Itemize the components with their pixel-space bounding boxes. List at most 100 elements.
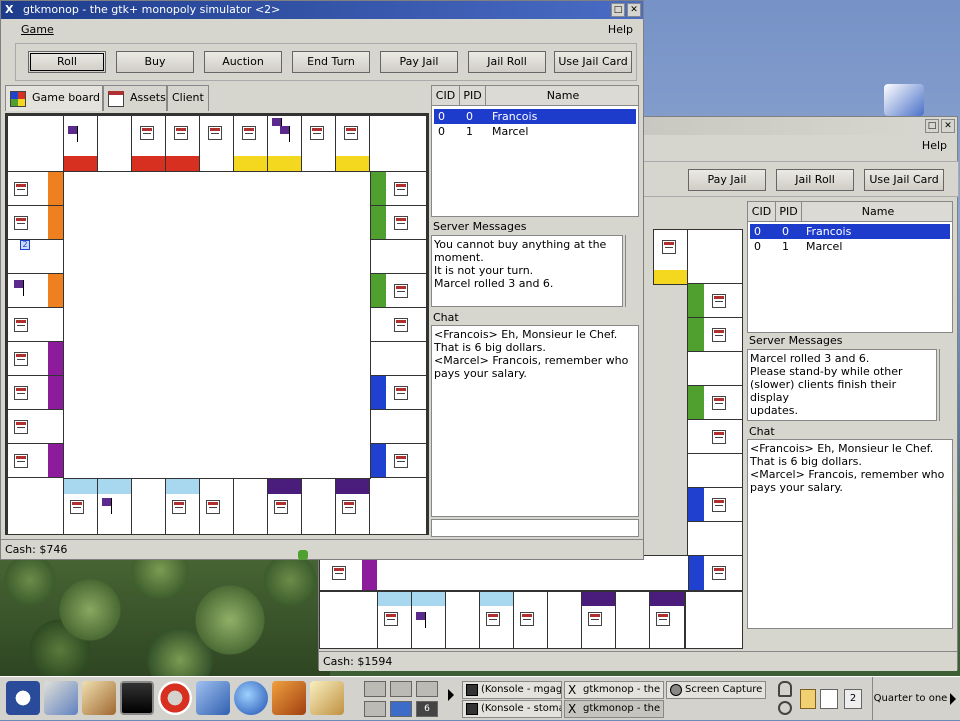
home-icon[interactable] — [44, 681, 78, 715]
task-gtkmonop-1[interactable]: Xgtkmonop - the — [564, 681, 664, 699]
board-cell[interactable] — [131, 477, 167, 535]
back-player-list[interactable]: CID PID Name 0 0 Francois 0 1 Marcel — [747, 201, 953, 333]
desktop-4[interactable] — [364, 701, 386, 717]
board-cell[interactable] — [267, 477, 303, 535]
end-turn-button[interactable]: End Turn — [292, 51, 370, 73]
board-cell[interactable] — [7, 341, 65, 377]
tray-desktop-number[interactable]: 2 — [844, 689, 862, 709]
player-row[interactable]: 0 0 Francois — [434, 109, 636, 124]
server-messages-scrollbar[interactable] — [625, 235, 639, 307]
board-cell[interactable] — [267, 115, 303, 173]
x-window-icon[interactable]: X — [5, 1, 13, 19]
board-cell[interactable] — [233, 477, 269, 535]
column-cid[interactable]: CID — [748, 202, 776, 222]
help-menu[interactable]: Help — [608, 19, 633, 41]
player-list[interactable]: CID PID Name 0 0 Francois 0 1 Marcel — [431, 85, 639, 217]
roll-button[interactable]: Roll — [28, 51, 106, 73]
task-konsole-1[interactable]: (Konsole - mgage — [462, 681, 562, 699]
tray-calendar-icon[interactable] — [820, 689, 838, 709]
board-cell[interactable] — [369, 239, 427, 275]
front-window-titlebar[interactable]: X gtkmonop - the gtk+ monopoly simulator… — [1, 1, 643, 19]
task-gtkmonop-2[interactable]: Xgtkmonop - the — [564, 700, 664, 718]
board-cell[interactable] — [165, 115, 201, 173]
board-cell[interactable] — [335, 477, 371, 535]
board-cell[interactable] — [301, 115, 337, 173]
kde-menu-icon[interactable] — [6, 681, 40, 715]
server-messages-scrollbar[interactable] — [939, 349, 953, 421]
desktop-3[interactable] — [416, 681, 438, 697]
board-cell[interactable] — [7, 205, 65, 241]
column-cid[interactable]: CID — [432, 86, 460, 106]
browser-globe-icon[interactable] — [234, 681, 268, 715]
game-board[interactable]: 2 — [5, 113, 429, 535]
board-cell[interactable] — [369, 307, 427, 343]
taskbar-arrow-icon[interactable] — [448, 689, 454, 701]
chat-input[interactable] — [431, 519, 639, 537]
front-window[interactable]: X gtkmonop - the gtk+ monopoly simulator… — [0, 0, 644, 560]
tab-game-board[interactable]: Game board — [5, 85, 103, 111]
board-cell[interactable] — [7, 443, 65, 479]
board-cell[interactable] — [199, 115, 235, 173]
board-cell[interactable] — [233, 115, 269, 173]
board-cell[interactable] — [335, 115, 371, 173]
close-button[interactable]: ✕ — [941, 119, 955, 133]
desktop-icon-home[interactable] — [884, 84, 924, 116]
maximize-button[interactable]: □ — [925, 119, 939, 133]
board-cell[interactable] — [369, 205, 427, 241]
logout-icon[interactable] — [778, 701, 792, 715]
board-cell[interactable]: 2 — [7, 239, 65, 275]
board-cell[interactable] — [369, 273, 427, 309]
use-jail-card-button[interactable]: Use Jail Card — [554, 51, 632, 73]
tab-client[interactable]: Client — [167, 85, 209, 111]
board-cell[interactable] — [199, 477, 235, 535]
board-cell[interactable] — [369, 341, 427, 377]
konqueror-icon[interactable] — [272, 681, 306, 715]
help-lifebuoy-icon[interactable] — [158, 681, 192, 715]
column-pid[interactable]: PID — [776, 202, 802, 222]
player-row[interactable]: 0 1 Marcel — [434, 124, 636, 139]
pay-jail-button[interactable]: Pay Jail — [688, 169, 766, 191]
terminal-icon[interactable] — [120, 681, 154, 715]
board-corner[interactable] — [369, 477, 427, 535]
board-cell[interactable] — [369, 171, 427, 207]
player-row[interactable]: 0 1 Marcel — [750, 239, 950, 254]
desktop-2[interactable] — [390, 681, 412, 697]
auction-button[interactable]: Auction — [204, 51, 282, 73]
column-name[interactable]: Name — [486, 86, 640, 106]
task-konsole-2[interactable]: (Konsole - stoma — [462, 700, 562, 718]
help-menu[interactable]: Help — [922, 135, 947, 157]
lock-icon[interactable] — [778, 681, 792, 697]
maximize-button[interactable]: □ — [611, 3, 625, 17]
task-screen-capture[interactable]: Screen Capture — [666, 681, 766, 699]
shell-icon[interactable] — [82, 681, 116, 715]
board-corner[interactable] — [369, 115, 427, 173]
use-jail-card-button[interactable]: Use Jail Card — [864, 169, 944, 191]
board-cell[interactable] — [7, 273, 65, 309]
board-cell[interactable] — [301, 477, 337, 535]
editor-pen-icon[interactable] — [310, 681, 344, 715]
board-cell[interactable] — [369, 409, 427, 445]
column-pid[interactable]: PID — [460, 86, 486, 106]
board-cell[interactable] — [7, 375, 65, 411]
player-row[interactable]: 0 0 Francois — [750, 224, 950, 239]
board-cell[interactable] — [63, 477, 99, 535]
board-corner[interactable] — [7, 477, 65, 535]
jail-roll-button[interactable]: Jail Roll — [776, 169, 854, 191]
tab-assets[interactable]: Assets — [103, 85, 167, 111]
board-cell[interactable] — [7, 307, 65, 343]
desktop-6[interactable]: 6 — [416, 701, 438, 717]
board-cell[interactable] — [7, 171, 65, 207]
board-corner[interactable] — [7, 115, 65, 173]
board-cell[interactable] — [97, 115, 133, 173]
pay-jail-button[interactable]: Pay Jail — [380, 51, 458, 73]
taskbar-hide-arrow-icon[interactable] — [950, 693, 956, 705]
column-name[interactable]: Name — [802, 202, 954, 222]
board-cell[interactable] — [131, 115, 167, 173]
board-cell[interactable] — [63, 115, 99, 173]
board-cell[interactable] — [165, 477, 201, 535]
board-cell[interactable] — [369, 443, 427, 479]
desktop-5[interactable] — [390, 701, 412, 717]
tray-notes-icon[interactable] — [800, 689, 816, 709]
buy-button[interactable]: Buy — [116, 51, 194, 73]
network-icon[interactable] — [196, 681, 230, 715]
